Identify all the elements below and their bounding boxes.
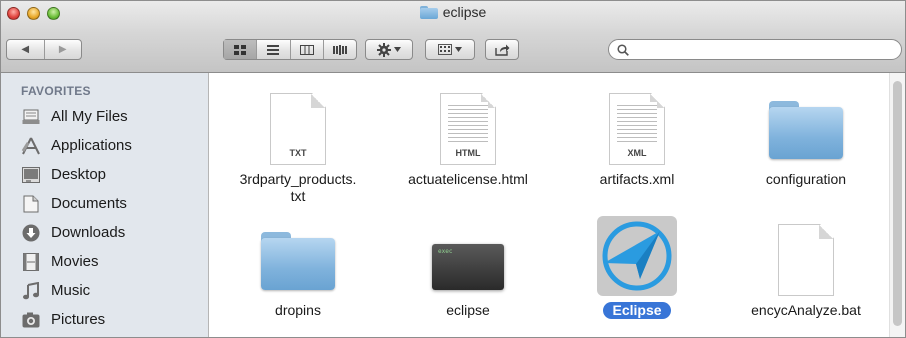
action-menu-button[interactable] xyxy=(365,39,413,60)
file-item-selected[interactable]: Eclipse xyxy=(562,216,712,320)
sidebar-item-downloads[interactable]: Downloads xyxy=(1,218,208,247)
file-type-tag: HTML xyxy=(455,148,481,158)
text-document-icon: TXT xyxy=(270,93,326,165)
column-view-icon xyxy=(299,44,314,55)
file-name: actuatelicense.html xyxy=(408,171,528,187)
sidebar-item-label: All My Files xyxy=(51,108,128,125)
list-view-icon xyxy=(267,44,280,55)
movies-icon xyxy=(21,252,41,272)
folder-icon xyxy=(419,5,438,19)
finder-window: eclipse ◀ ▶ FAVORITES All My Files Appli… xyxy=(0,0,906,338)
search-input[interactable] xyxy=(634,41,878,58)
chevron-down-icon xyxy=(455,47,462,52)
file-item[interactable]: exec eclipse xyxy=(393,216,543,319)
arrange-grid-icon xyxy=(438,44,452,55)
sidebar-item-desktop[interactable]: Desktop xyxy=(1,160,208,189)
xml-document-icon: XML xyxy=(609,93,665,165)
icon-view-button[interactable] xyxy=(224,40,258,59)
forward-arrow-icon: ▶ xyxy=(58,44,67,55)
icon-view-icon xyxy=(234,44,247,55)
desktop-icon xyxy=(21,165,41,185)
all-files-icon xyxy=(21,107,41,127)
file-type-tag: XML xyxy=(627,148,647,158)
sidebar-item-pictures[interactable]: Pictures xyxy=(1,305,208,334)
search-field[interactable] xyxy=(608,39,902,60)
documents-icon xyxy=(21,194,41,214)
window-title: eclipse xyxy=(1,4,905,20)
file-name: Eclipse xyxy=(603,302,671,319)
file-name: artifacts.xml xyxy=(599,171,675,187)
sidebar-item-label: Documents xyxy=(51,195,127,212)
file-item[interactable]: encycAnalyze.bat xyxy=(731,216,881,319)
music-icon xyxy=(21,281,41,301)
chevron-down-icon xyxy=(394,47,401,52)
html-document-icon: HTML xyxy=(440,93,496,165)
terminal-executable-icon: exec xyxy=(432,244,504,290)
share-icon xyxy=(494,44,509,56)
file-item[interactable]: TXT 3rdparty_products. txt xyxy=(223,85,373,205)
file-name: 3rdparty_products. txt xyxy=(239,171,357,204)
back-button[interactable]: ◀ xyxy=(7,40,45,59)
file-item[interactable]: configuration xyxy=(731,85,881,188)
batch-file-icon xyxy=(778,224,834,296)
downloads-icon xyxy=(21,223,41,243)
sidebar-item-movies[interactable]: Movies xyxy=(1,247,208,276)
gear-icon xyxy=(377,42,391,57)
sidebar-item-label: Desktop xyxy=(51,166,107,183)
scrollbar-thumb[interactable] xyxy=(893,81,902,326)
file-name: eclipse xyxy=(446,302,490,318)
sidebar-item-applications[interactable]: Applications xyxy=(1,131,208,160)
title-bar: eclipse ◀ ▶ xyxy=(1,1,905,73)
applications-icon xyxy=(21,136,41,156)
share-button[interactable] xyxy=(485,39,519,60)
sidebar-item-label: Downloads xyxy=(51,224,126,241)
file-name: dropins xyxy=(275,302,321,318)
file-item[interactable]: HTML actuatelicense.html xyxy=(393,85,543,188)
search-icon xyxy=(617,43,629,56)
file-name: configuration xyxy=(765,171,847,187)
folder-icon xyxy=(261,232,335,290)
sidebar-item-label: Pictures xyxy=(51,311,106,328)
window-title-text: eclipse xyxy=(442,4,487,20)
coverflow-view-icon xyxy=(332,44,347,55)
file-item[interactable]: XML artifacts.xml xyxy=(562,85,712,188)
sidebar-item-all-my-files[interactable]: All My Files xyxy=(1,102,208,131)
sidebar-item-label: Applications xyxy=(51,137,132,154)
file-type-tag: TXT xyxy=(289,148,307,158)
sidebar-item-music[interactable]: Music xyxy=(1,276,208,305)
eclipse-app-icon xyxy=(602,221,672,291)
file-browser: TXT 3rdparty_products. txt HTML actuatel… xyxy=(209,73,905,337)
pictures-icon xyxy=(21,310,41,330)
sidebar-item-label: Movies xyxy=(51,253,99,270)
sidebar-heading-favorites: FAVORITES xyxy=(21,84,91,98)
folder-icon xyxy=(769,101,843,159)
arrange-menu-button[interactable] xyxy=(425,39,475,60)
selection-highlight xyxy=(597,216,677,296)
sidebar-item-label: Music xyxy=(51,282,91,299)
terminal-text: exec xyxy=(438,248,453,255)
sidebar: FAVORITES All My Files Applications Desk… xyxy=(1,73,209,337)
list-view-button[interactable] xyxy=(257,40,291,59)
forward-button[interactable]: ▶ xyxy=(45,40,82,59)
back-forward-control: ◀ ▶ xyxy=(6,39,82,60)
vertical-scrollbar[interactable] xyxy=(889,73,905,337)
file-name: encycAnalyze.bat xyxy=(751,302,861,318)
file-item[interactable]: dropins xyxy=(223,216,373,319)
view-mode-control xyxy=(223,39,357,60)
back-arrow-icon: ◀ xyxy=(21,44,30,55)
sidebar-item-documents[interactable]: Documents xyxy=(1,189,208,218)
coverflow-view-button[interactable] xyxy=(324,40,356,59)
column-view-button[interactable] xyxy=(291,40,324,59)
